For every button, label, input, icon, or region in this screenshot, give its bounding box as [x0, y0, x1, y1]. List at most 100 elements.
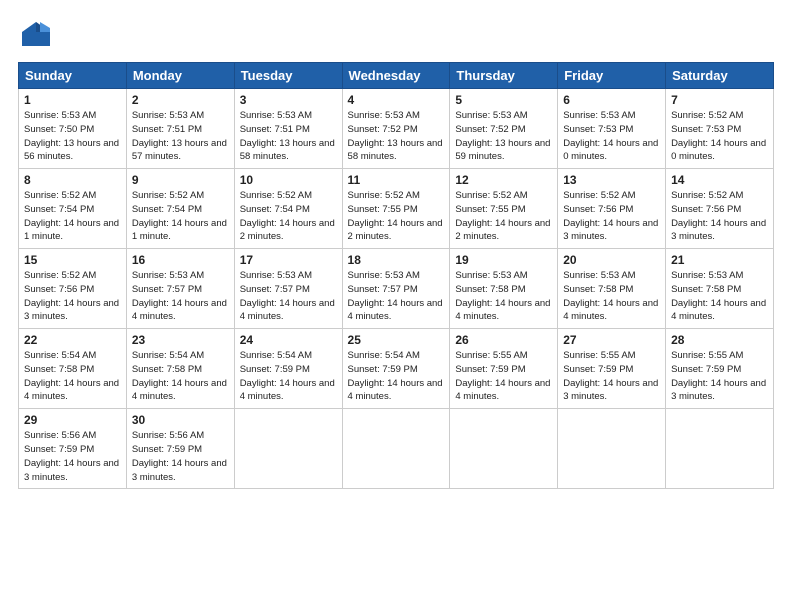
calendar-cell: 7 Sunrise: 5:52 AM Sunset: 7:53 PM Dayli…	[666, 89, 774, 169]
day-number: 27	[563, 333, 660, 347]
day-number: 24	[240, 333, 337, 347]
day-number: 23	[132, 333, 229, 347]
calendar-cell: 9 Sunrise: 5:52 AM Sunset: 7:54 PM Dayli…	[126, 169, 234, 249]
daylight-label: Daylight: 14 hours and 4 minutes.	[24, 378, 119, 403]
sunset-label: Sunset: 7:53 PM	[671, 124, 741, 135]
calendar-cell	[450, 409, 558, 489]
week-row-1: 8 Sunrise: 5:52 AM Sunset: 7:54 PM Dayli…	[19, 169, 774, 249]
sunset-label: Sunset: 7:50 PM	[24, 124, 94, 135]
day-number: 4	[348, 93, 445, 107]
daylight-label: Daylight: 14 hours and 2 minutes.	[348, 218, 443, 243]
day-info: Sunrise: 5:53 AM Sunset: 7:52 PM Dayligh…	[455, 109, 552, 164]
daylight-label: Daylight: 13 hours and 57 minutes.	[132, 138, 227, 163]
sunrise-label: Sunrise: 5:53 AM	[671, 270, 743, 281]
calendar-cell	[234, 409, 342, 489]
day-number: 14	[671, 173, 768, 187]
daylight-label: Daylight: 14 hours and 3 minutes.	[563, 378, 658, 403]
day-number: 30	[132, 413, 229, 427]
sunrise-label: Sunrise: 5:52 AM	[24, 270, 96, 281]
calendar-cell	[342, 409, 450, 489]
sunrise-label: Sunrise: 5:52 AM	[563, 190, 635, 201]
sunrise-label: Sunrise: 5:53 AM	[24, 110, 96, 121]
calendar-cell: 15 Sunrise: 5:52 AM Sunset: 7:56 PM Dayl…	[19, 249, 127, 329]
daylight-label: Daylight: 14 hours and 3 minutes.	[24, 298, 119, 323]
day-info: Sunrise: 5:56 AM Sunset: 7:59 PM Dayligh…	[24, 429, 121, 484]
day-info: Sunrise: 5:53 AM Sunset: 7:53 PM Dayligh…	[563, 109, 660, 164]
week-row-0: 1 Sunrise: 5:53 AM Sunset: 7:50 PM Dayli…	[19, 89, 774, 169]
daylight-label: Daylight: 14 hours and 4 minutes.	[671, 298, 766, 323]
calendar-cell: 29 Sunrise: 5:56 AM Sunset: 7:59 PM Dayl…	[19, 409, 127, 489]
daylight-label: Daylight: 14 hours and 4 minutes.	[563, 298, 658, 323]
daylight-label: Daylight: 14 hours and 4 minutes.	[132, 298, 227, 323]
daylight-label: Daylight: 13 hours and 56 minutes.	[24, 138, 119, 163]
day-number: 22	[24, 333, 121, 347]
sunrise-label: Sunrise: 5:53 AM	[132, 270, 204, 281]
sunset-label: Sunset: 7:57 PM	[348, 284, 418, 295]
calendar-cell: 6 Sunrise: 5:53 AM Sunset: 7:53 PM Dayli…	[558, 89, 666, 169]
calendar-cell: 14 Sunrise: 5:52 AM Sunset: 7:56 PM Dayl…	[666, 169, 774, 249]
day-info: Sunrise: 5:54 AM Sunset: 7:59 PM Dayligh…	[348, 349, 445, 404]
sunrise-label: Sunrise: 5:53 AM	[348, 110, 420, 121]
day-info: Sunrise: 5:53 AM Sunset: 7:58 PM Dayligh…	[563, 269, 660, 324]
sunset-label: Sunset: 7:55 PM	[348, 204, 418, 215]
calendar-cell: 30 Sunrise: 5:56 AM Sunset: 7:59 PM Dayl…	[126, 409, 234, 489]
calendar-cell: 4 Sunrise: 5:53 AM Sunset: 7:52 PM Dayli…	[342, 89, 450, 169]
day-info: Sunrise: 5:56 AM Sunset: 7:59 PM Dayligh…	[132, 429, 229, 484]
daylight-label: Daylight: 14 hours and 2 minutes.	[240, 218, 335, 243]
calendar-cell: 2 Sunrise: 5:53 AM Sunset: 7:51 PM Dayli…	[126, 89, 234, 169]
sunrise-label: Sunrise: 5:52 AM	[671, 190, 743, 201]
sunrise-label: Sunrise: 5:56 AM	[132, 430, 204, 441]
day-number: 21	[671, 253, 768, 267]
calendar-cell	[558, 409, 666, 489]
col-header-sunday: Sunday	[19, 63, 127, 89]
sunset-label: Sunset: 7:57 PM	[240, 284, 310, 295]
week-row-2: 15 Sunrise: 5:52 AM Sunset: 7:56 PM Dayl…	[19, 249, 774, 329]
daylight-label: Daylight: 13 hours and 58 minutes.	[240, 138, 335, 163]
col-header-tuesday: Tuesday	[234, 63, 342, 89]
day-info: Sunrise: 5:54 AM Sunset: 7:58 PM Dayligh…	[132, 349, 229, 404]
day-number: 15	[24, 253, 121, 267]
day-info: Sunrise: 5:53 AM Sunset: 7:52 PM Dayligh…	[348, 109, 445, 164]
day-number: 13	[563, 173, 660, 187]
calendar-cell: 28 Sunrise: 5:55 AM Sunset: 7:59 PM Dayl…	[666, 329, 774, 409]
day-info: Sunrise: 5:52 AM Sunset: 7:55 PM Dayligh…	[348, 189, 445, 244]
sunrise-label: Sunrise: 5:54 AM	[240, 350, 312, 361]
week-row-4: 29 Sunrise: 5:56 AM Sunset: 7:59 PM Dayl…	[19, 409, 774, 489]
daylight-label: Daylight: 14 hours and 4 minutes.	[348, 378, 443, 403]
sunset-label: Sunset: 7:58 PM	[132, 364, 202, 375]
daylight-label: Daylight: 14 hours and 1 minute.	[24, 218, 119, 243]
sunset-label: Sunset: 7:51 PM	[240, 124, 310, 135]
day-info: Sunrise: 5:53 AM Sunset: 7:51 PM Dayligh…	[132, 109, 229, 164]
calendar-cell: 26 Sunrise: 5:55 AM Sunset: 7:59 PM Dayl…	[450, 329, 558, 409]
day-info: Sunrise: 5:53 AM Sunset: 7:57 PM Dayligh…	[240, 269, 337, 324]
day-number: 17	[240, 253, 337, 267]
calendar-cell: 10 Sunrise: 5:52 AM Sunset: 7:54 PM Dayl…	[234, 169, 342, 249]
sunset-label: Sunset: 7:59 PM	[348, 364, 418, 375]
day-info: Sunrise: 5:53 AM Sunset: 7:57 PM Dayligh…	[132, 269, 229, 324]
sunrise-label: Sunrise: 5:52 AM	[348, 190, 420, 201]
day-number: 11	[348, 173, 445, 187]
day-number: 18	[348, 253, 445, 267]
day-info: Sunrise: 5:55 AM Sunset: 7:59 PM Dayligh…	[563, 349, 660, 404]
sunrise-label: Sunrise: 5:55 AM	[671, 350, 743, 361]
sunrise-label: Sunrise: 5:53 AM	[455, 270, 527, 281]
sunrise-label: Sunrise: 5:52 AM	[132, 190, 204, 201]
day-info: Sunrise: 5:55 AM Sunset: 7:59 PM Dayligh…	[455, 349, 552, 404]
daylight-label: Daylight: 14 hours and 3 minutes.	[132, 458, 227, 483]
daylight-label: Daylight: 14 hours and 4 minutes.	[132, 378, 227, 403]
day-info: Sunrise: 5:53 AM Sunset: 7:51 PM Dayligh…	[240, 109, 337, 164]
calendar-cell: 3 Sunrise: 5:53 AM Sunset: 7:51 PM Dayli…	[234, 89, 342, 169]
day-number: 10	[240, 173, 337, 187]
sunrise-label: Sunrise: 5:53 AM	[240, 270, 312, 281]
day-info: Sunrise: 5:55 AM Sunset: 7:59 PM Dayligh…	[671, 349, 768, 404]
calendar-cell: 8 Sunrise: 5:52 AM Sunset: 7:54 PM Dayli…	[19, 169, 127, 249]
daylight-label: Daylight: 14 hours and 3 minutes.	[563, 218, 658, 243]
day-info: Sunrise: 5:52 AM Sunset: 7:54 PM Dayligh…	[24, 189, 121, 244]
day-number: 3	[240, 93, 337, 107]
day-info: Sunrise: 5:52 AM Sunset: 7:54 PM Dayligh…	[132, 189, 229, 244]
sunrise-label: Sunrise: 5:55 AM	[563, 350, 635, 361]
daylight-label: Daylight: 14 hours and 1 minute.	[132, 218, 227, 243]
day-info: Sunrise: 5:53 AM Sunset: 7:57 PM Dayligh…	[348, 269, 445, 324]
calendar-cell: 21 Sunrise: 5:53 AM Sunset: 7:58 PM Dayl…	[666, 249, 774, 329]
sunrise-label: Sunrise: 5:54 AM	[24, 350, 96, 361]
